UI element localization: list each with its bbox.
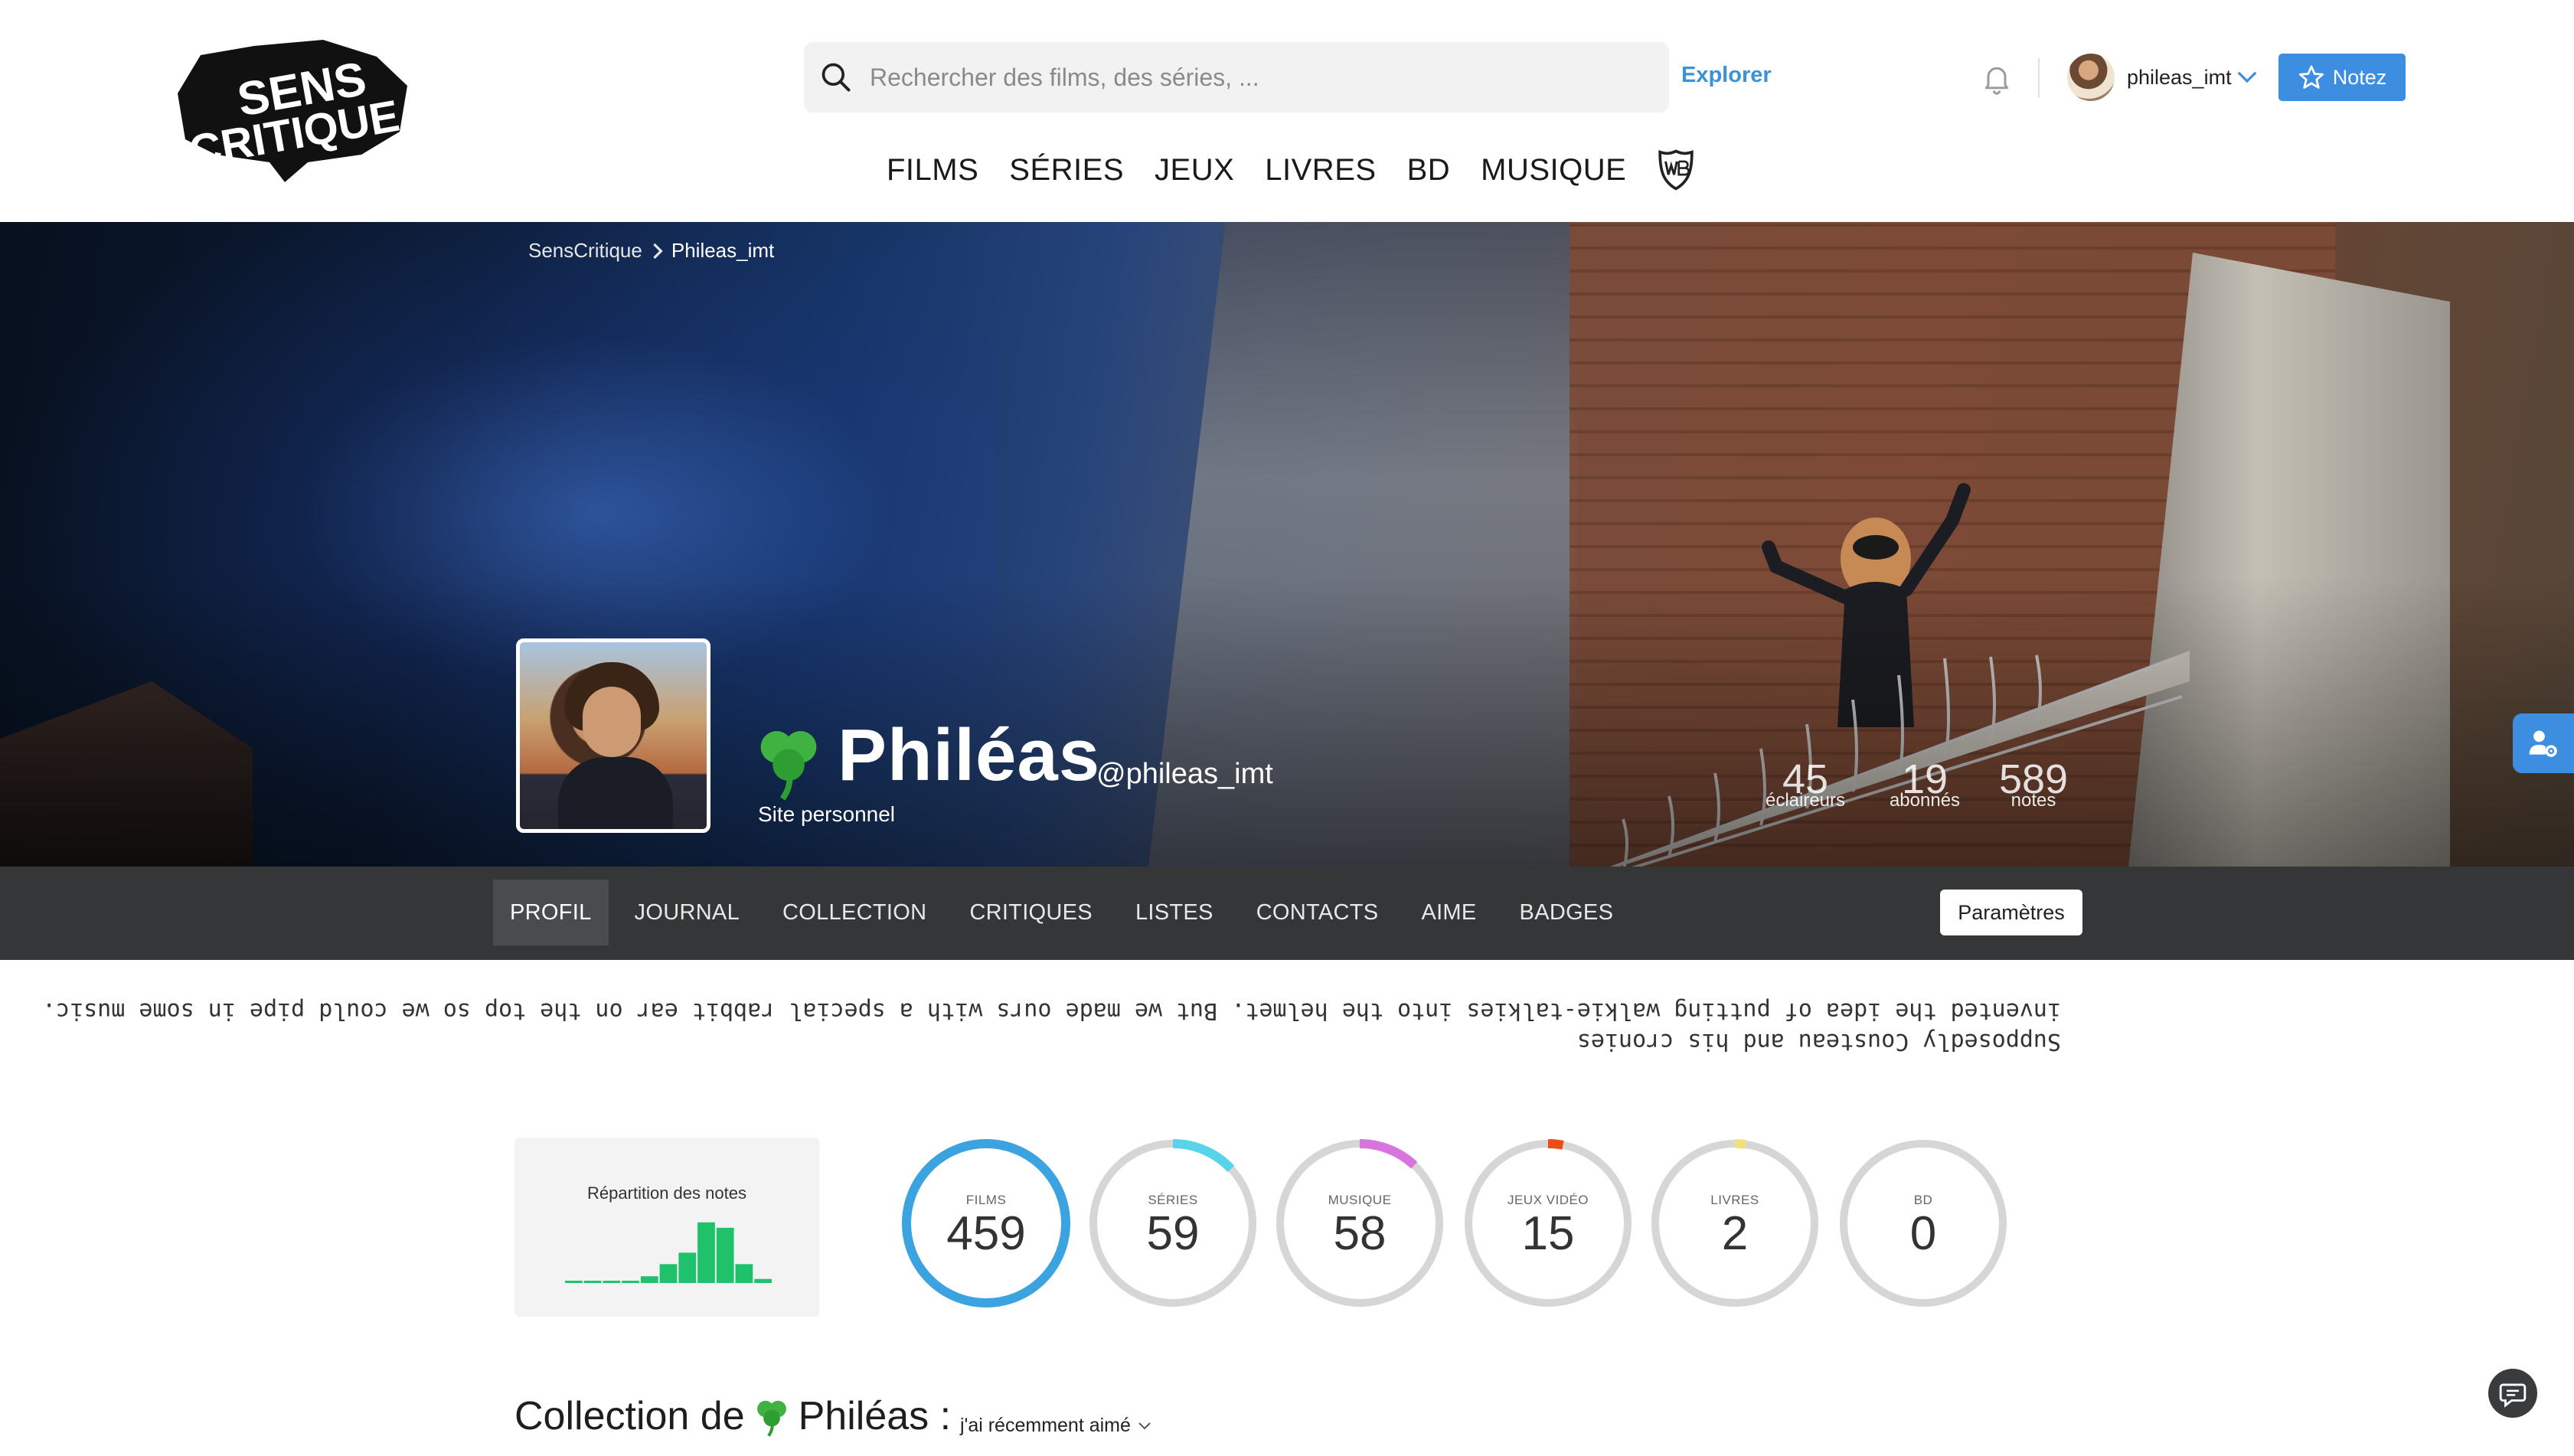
banner-shade xyxy=(0,222,2574,867)
rating-bar-9 xyxy=(716,1227,734,1283)
nav-item-bd[interactable]: BD xyxy=(1407,153,1451,188)
counter-value: 59 xyxy=(1146,1207,1200,1260)
profile-display-name: Philéas xyxy=(838,714,1101,796)
rating-bar-3 xyxy=(603,1281,621,1283)
counter-value: 0 xyxy=(1909,1207,1937,1260)
tab-journal[interactable]: JOURNAL xyxy=(618,880,756,945)
bell-icon[interactable] xyxy=(1980,61,2014,95)
main-nav: FILMS SÉRIES JEUX LIVRES BD MUSIQUE xyxy=(887,147,1695,193)
bio-line: invented the idea of putting walkie-talk… xyxy=(42,997,2061,1024)
header-divider xyxy=(2038,58,2040,98)
collection-title-name: Philéas : xyxy=(798,1394,952,1438)
counter-bd[interactable]: BD 0 xyxy=(1836,1136,2011,1311)
user-menu-name[interactable]: phileas_imt xyxy=(2127,66,2232,90)
counter-label: SÉRIES xyxy=(1148,1193,1198,1207)
tab-contacts[interactable]: CONTACTS xyxy=(1240,880,1396,945)
notez-label: Notez xyxy=(2332,65,2387,89)
counter-label: LIVRES xyxy=(1710,1193,1759,1207)
rating-bar-6 xyxy=(659,1264,678,1283)
counter-musique[interactable]: MUSIQUE 58 xyxy=(1272,1136,1447,1311)
tab-aime[interactable]: AIME xyxy=(1404,880,1493,945)
chevron-right-icon xyxy=(653,243,663,259)
profile-tabs: PROFIL JOURNAL COLLECTION CRITIQUES LIST… xyxy=(493,877,1639,948)
profile-handle: @phileas_imt xyxy=(1096,758,1273,790)
settings-button[interactable]: Paramètres xyxy=(1940,890,2082,935)
rating-distribution-chart xyxy=(565,1222,772,1283)
chevron-down-icon xyxy=(1138,1422,1151,1429)
collection-heading: Collection de Philéas : xyxy=(514,1393,951,1439)
counter-value: 58 xyxy=(1333,1207,1387,1260)
follow-settings-button[interactable] xyxy=(2513,713,2574,773)
rating-distribution-title: Répartition des notes xyxy=(587,1183,746,1203)
stat-label: abonnés xyxy=(1889,790,1961,811)
rating-bar-5 xyxy=(640,1276,658,1283)
bio-line: Supposedly Cousteau and his cronies xyxy=(1576,1028,2061,1055)
senscritique-logo[interactable]: SENS CRITIQUE xyxy=(170,40,415,182)
collection-filter-dropdown[interactable]: j'ai récemment aimé xyxy=(960,1415,1154,1437)
collection-filter-label: j'ai récemment aimé xyxy=(960,1415,1131,1436)
clover-icon xyxy=(760,731,817,801)
breadcrumb-current: Phileas_imt xyxy=(671,239,775,262)
profile-bio: Supposedly Cousteau and his cronies inve… xyxy=(42,995,2061,1056)
counter-value: 459 xyxy=(946,1207,1026,1260)
counter-livres[interactable]: LIVRES 2 xyxy=(1648,1136,1822,1311)
search-icon xyxy=(822,63,851,92)
tab-profil[interactable]: PROFIL xyxy=(493,880,609,945)
stat-abonnes[interactable]: 19 abonnés xyxy=(1879,758,1971,811)
profile-tabs-bar: PROFIL JOURNAL COLLECTION CRITIQUES LIST… xyxy=(0,867,2574,960)
nav-item-livres[interactable]: LIVRES xyxy=(1265,153,1376,188)
tab-badges[interactable]: BADGES xyxy=(1503,880,1631,945)
tab-critiques[interactable]: CRITIQUES xyxy=(952,880,1109,945)
breadcrumb-root[interactable]: SensCritique xyxy=(528,239,642,263)
profile-banner xyxy=(0,222,2574,867)
breadcrumb: SensCritique Phileas_imt xyxy=(528,239,774,263)
wb-shield-icon[interactable] xyxy=(1657,149,1695,191)
clover-icon xyxy=(756,1400,786,1437)
stat-notes[interactable]: 589 notes xyxy=(1988,758,2079,811)
counter-series[interactable]: SÉRIES 59 xyxy=(1086,1136,1260,1311)
tab-listes[interactable]: LISTES xyxy=(1119,880,1230,945)
avatar-face xyxy=(583,687,641,757)
stat-label: éclaireurs xyxy=(1765,790,1846,811)
counter-label: MUSIQUE xyxy=(1328,1193,1392,1207)
counter-value: 15 xyxy=(1521,1207,1575,1260)
counter-films[interactable]: FILMS 459 xyxy=(899,1136,1073,1311)
counter-label: FILMS xyxy=(965,1193,1007,1207)
counter-label: JEUX VIDÉO xyxy=(1507,1193,1589,1207)
stat-eclaireurs[interactable]: 45 éclaireurs xyxy=(1759,758,1851,811)
star-icon xyxy=(2298,65,2324,89)
nav-item-jeux[interactable]: JEUX xyxy=(1155,153,1234,188)
profile-avatar[interactable] xyxy=(516,638,710,833)
avatar-shirt xyxy=(558,757,673,829)
rating-bar-7 xyxy=(678,1252,697,1283)
rating-bar-10 xyxy=(735,1264,753,1283)
rating-bar-1 xyxy=(565,1281,583,1283)
personal-website-link[interactable]: Site personnel xyxy=(758,802,895,827)
nav-item-series[interactable]: SÉRIES xyxy=(1009,153,1124,188)
counter-jeux-video[interactable]: JEUX VIDÉO 15 xyxy=(1461,1136,1635,1311)
rating-bar-4 xyxy=(622,1281,639,1283)
explore-link[interactable]: Explorer xyxy=(1681,63,1772,88)
search-input[interactable] xyxy=(870,42,1635,113)
notez-button[interactable]: Notez xyxy=(2278,54,2406,101)
rating-bar-8 xyxy=(697,1222,715,1283)
chevron-down-icon[interactable] xyxy=(2236,67,2259,87)
stat-label: notes xyxy=(2011,790,2056,811)
nav-item-films[interactable]: FILMS xyxy=(887,153,978,188)
chat-bubble-icon xyxy=(2499,1383,2527,1408)
rating-bar-11 xyxy=(754,1278,772,1283)
collection-title-prefix: Collection de xyxy=(514,1394,745,1438)
nav-item-musique[interactable]: MUSIQUE xyxy=(1481,153,1626,188)
user-avatar[interactable] xyxy=(2067,54,2115,101)
rating-bar-2 xyxy=(583,1281,602,1283)
tab-collection[interactable]: COLLECTION xyxy=(766,880,943,945)
counter-value: 2 xyxy=(1721,1207,1749,1260)
search-bar[interactable] xyxy=(804,42,1669,113)
user-gear-icon xyxy=(2529,730,2557,757)
chat-button[interactable] xyxy=(2488,1369,2537,1418)
rating-distribution-card[interactable]: Répartition des notes xyxy=(514,1138,819,1317)
site-header: SENS CRITIQUE Explorer phileas_imt Notez… xyxy=(0,0,2574,222)
counter-label: BD xyxy=(1913,1193,1933,1207)
